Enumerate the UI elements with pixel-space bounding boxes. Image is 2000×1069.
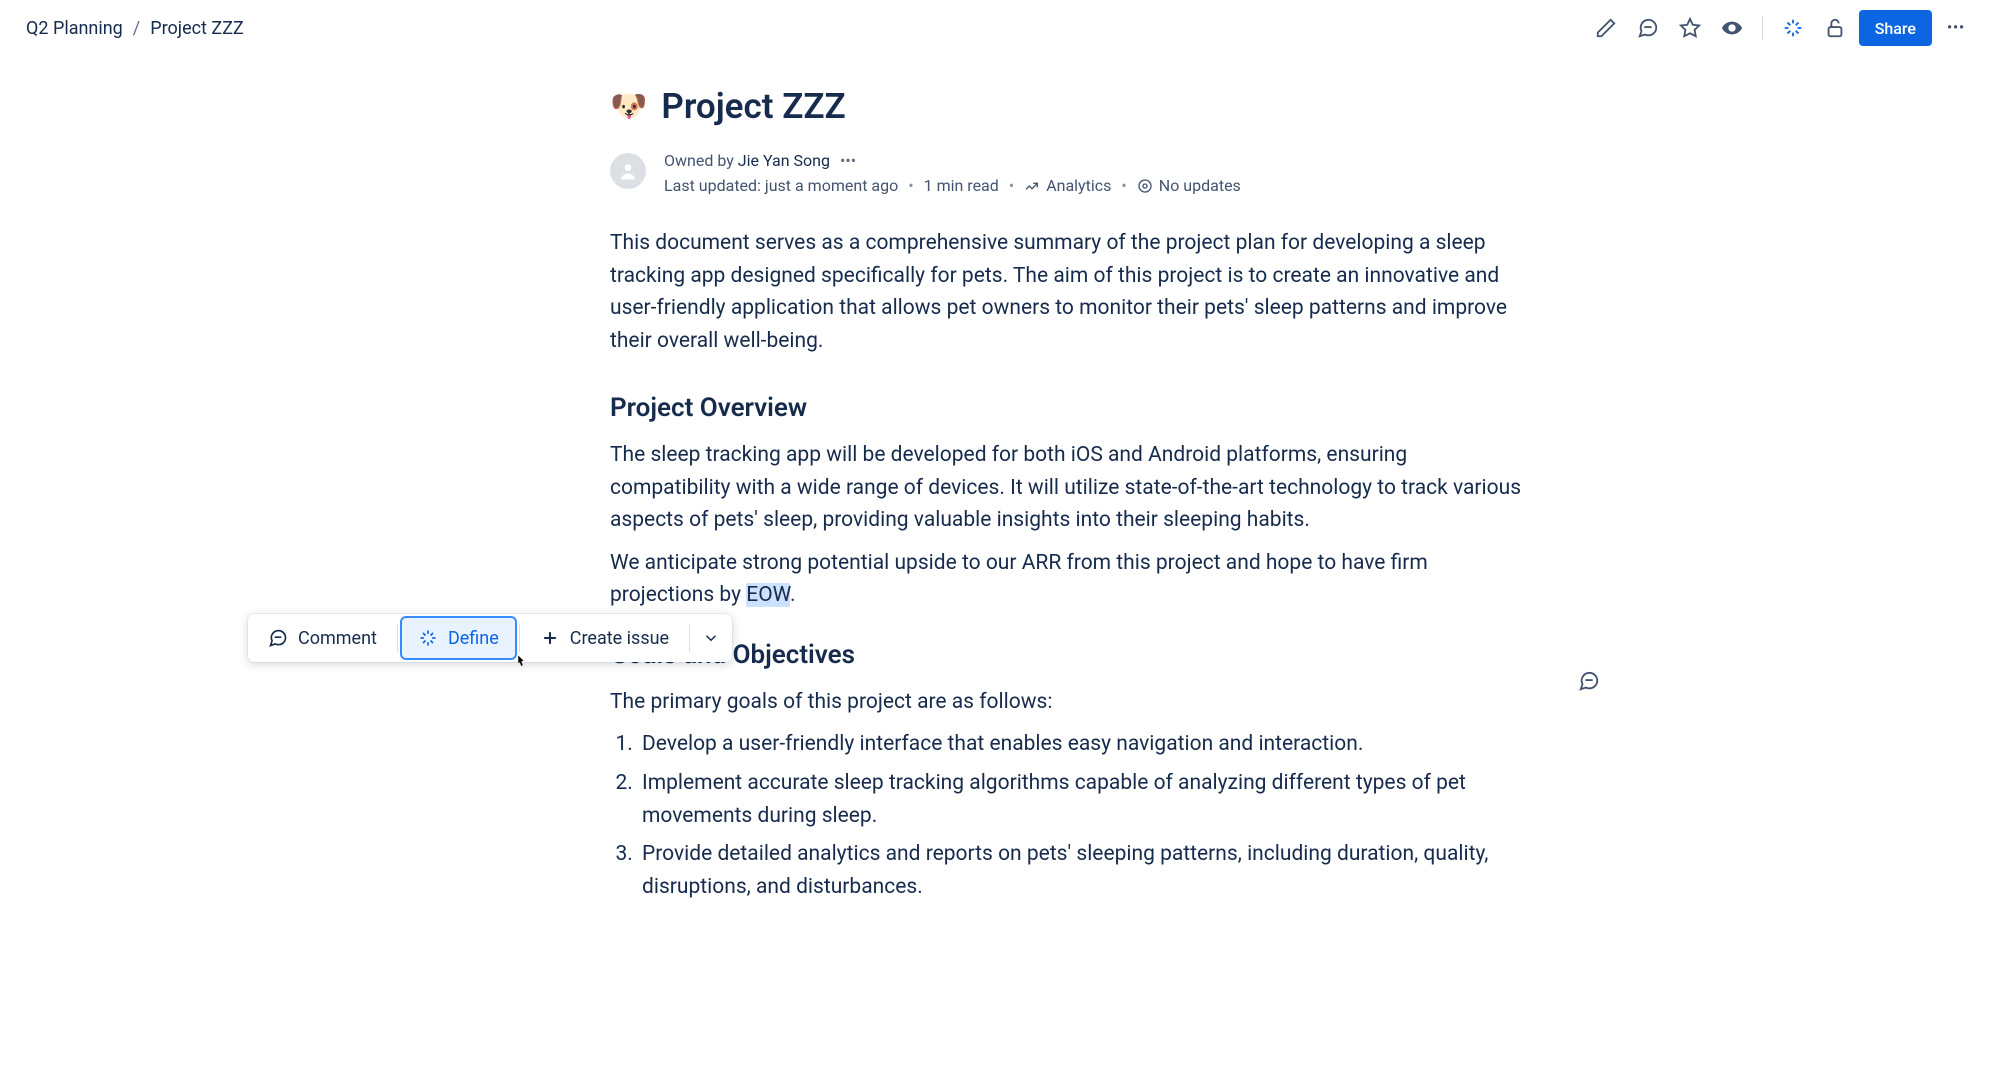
meta-more-icon[interactable]: ••• (840, 151, 856, 170)
list-item: Provide detailed analytics and reports o… (638, 838, 1530, 903)
page-emoji[interactable]: 🐶 (610, 89, 647, 124)
page-content: 🐶 Project ZZZ Owned by Jie Yan Song ••• … (470, 56, 1530, 969)
page-title-row: 🐶 Project ZZZ (610, 86, 1530, 127)
owned-by-prefix: Owned by (664, 151, 738, 170)
overview-heading: Project Overview (610, 393, 1530, 423)
list-item: Develop a user-friendly interface that e… (638, 728, 1530, 761)
breadcrumb-separator: / (133, 18, 140, 39)
page-title: Project ZZZ (661, 86, 845, 127)
list-item: Implement accurate sleep tracking algori… (638, 767, 1530, 832)
atlassian-intelligence-icon[interactable] (1775, 10, 1811, 46)
goals-heading: Goals and Objectives (610, 640, 1530, 670)
watch-icon[interactable] (1714, 10, 1750, 46)
comment-button[interactable]: Comment (252, 618, 393, 658)
page-meta: Owned by Jie Yan Song ••• Last updated: … (610, 151, 1530, 195)
comment-icon[interactable] (1630, 10, 1666, 46)
last-updated: Last updated: just a moment ago (664, 176, 898, 195)
read-time: 1 min read (924, 176, 999, 195)
overview-para-1: The sleep tracking app will be developed… (610, 439, 1530, 537)
star-icon[interactable] (1672, 10, 1708, 46)
inline-comment-icon[interactable] (1573, 665, 1605, 697)
define-button[interactable]: Define (402, 618, 515, 658)
breadcrumb: Q2 Planning / Project ZZZ (26, 18, 244, 39)
selection-toolbar: Comment Define Create issue (248, 614, 732, 662)
analytics-label: Analytics (1046, 176, 1111, 195)
intro-paragraph: This document serves as a comprehensive … (610, 227, 1530, 357)
define-button-label: Define (448, 628, 499, 649)
goals-intro: The primary goals of this project are as… (610, 686, 1530, 719)
create-issue-button[interactable]: Create issue (524, 618, 685, 658)
toolbar-separator (397, 624, 398, 652)
create-issue-dropdown[interactable] (694, 618, 728, 658)
avatar[interactable] (610, 153, 646, 189)
breadcrumb-current[interactable]: Project ZZZ (150, 18, 244, 39)
comment-button-label: Comment (298, 628, 377, 649)
header-divider (1762, 16, 1763, 40)
overview-para-2: We anticipate strong potential upside to… (610, 547, 1530, 612)
page-header: Q2 Planning / Project ZZZ Share ••• (0, 0, 2000, 56)
header-actions: Share ••• (1588, 10, 1974, 46)
overview-para-2-pre: We anticipate strong potential upside to… (610, 551, 1428, 608)
share-button-label: Share (1875, 19, 1916, 38)
owner-name[interactable]: Jie Yan Song (738, 151, 830, 170)
selected-text[interactable]: EOW (746, 583, 790, 607)
updates-link[interactable]: No updates (1137, 176, 1241, 195)
overview-para-2-post: . (790, 583, 796, 607)
more-actions-icon[interactable]: ••• (1938, 10, 1974, 46)
updates-label: No updates (1159, 176, 1241, 195)
breadcrumb-parent[interactable]: Q2 Planning (26, 18, 123, 39)
goals-list: Develop a user-friendly interface that e… (638, 728, 1530, 903)
toolbar-separator (689, 624, 690, 652)
restrictions-icon[interactable] (1817, 10, 1853, 46)
edit-icon[interactable] (1588, 10, 1624, 46)
create-issue-label: Create issue (570, 628, 669, 649)
toolbar-separator (519, 624, 520, 652)
share-button[interactable]: Share (1859, 10, 1932, 46)
analytics-link[interactable]: Analytics (1024, 176, 1111, 195)
